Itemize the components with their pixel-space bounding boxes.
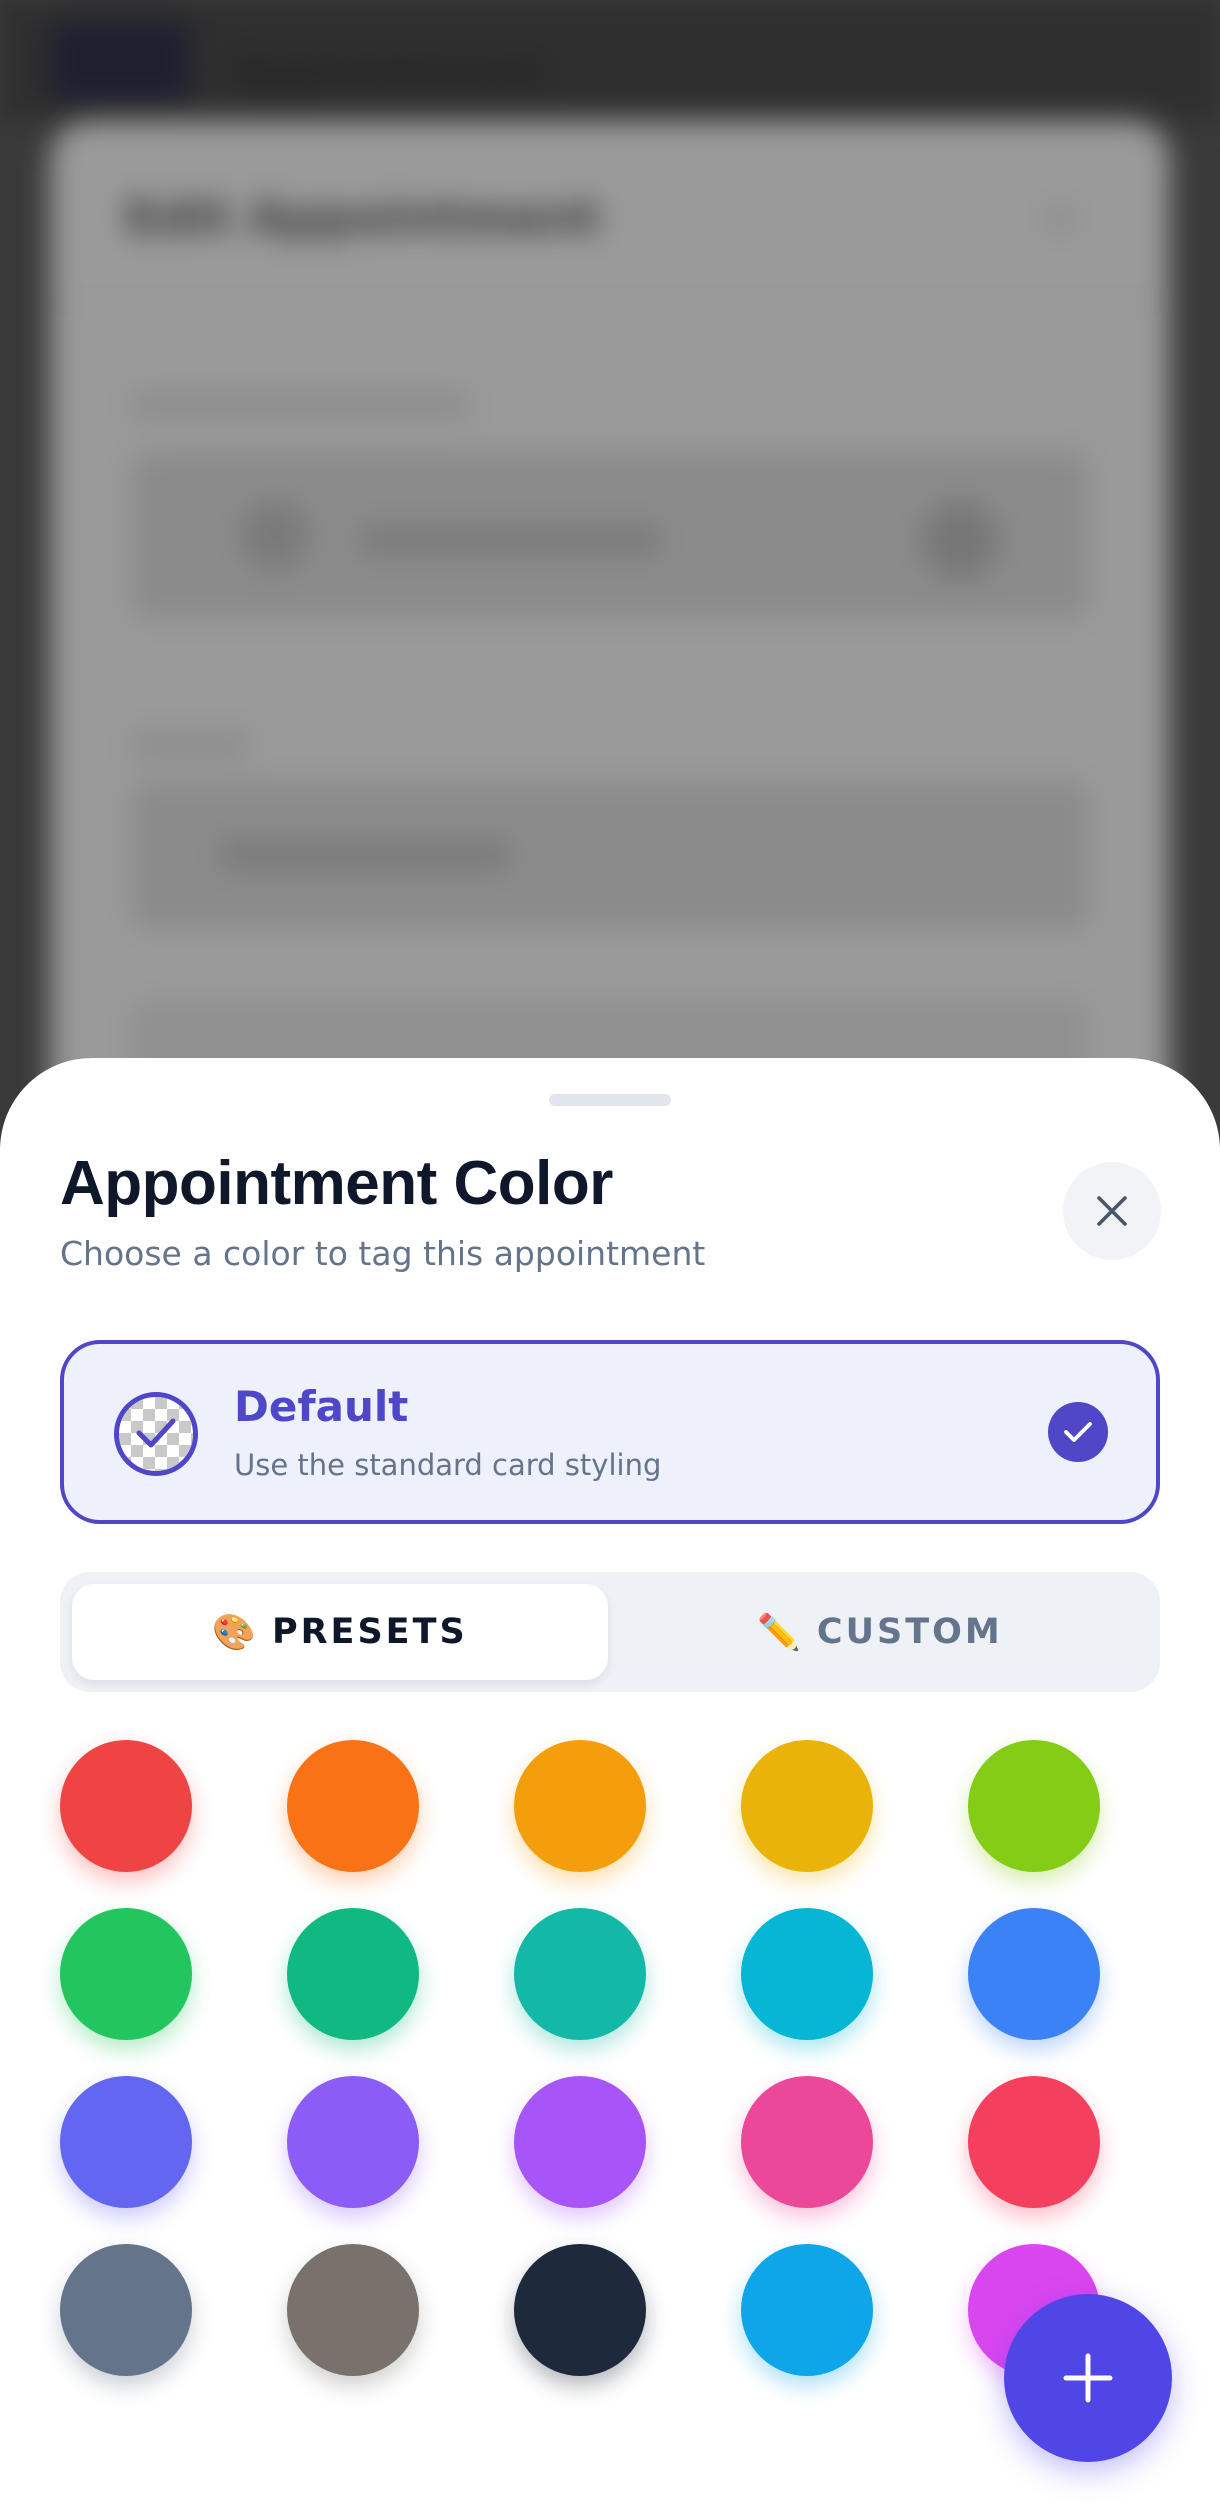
swatch-violet[interactable]	[287, 2076, 419, 2208]
default-color-option[interactable]: Default Use the standard card styling	[60, 1340, 1160, 1524]
sheet-drag-handle[interactable]	[549, 1094, 671, 1106]
swatch-slate[interactable]	[60, 2244, 192, 2376]
plus-icon	[1063, 2353, 1113, 2403]
tab-presets-label: PRESETS	[271, 1612, 468, 1652]
add-button[interactable]	[1004, 2294, 1172, 2462]
selected-check-badge	[1048, 1402, 1108, 1462]
checkmark-icon	[136, 1418, 176, 1448]
background-card-title: Edit Appointment	[125, 190, 601, 246]
background-label-2	[130, 730, 250, 760]
swatch-purple[interactable]	[514, 2076, 646, 2208]
swatch-emerald[interactable]	[287, 1908, 419, 2040]
swatch-rose[interactable]	[968, 2076, 1100, 2208]
background-divider	[50, 300, 1170, 303]
color-picker-sheet: Appointment Color Choose a color to tag …	[0, 1058, 1220, 2514]
default-swatch	[114, 1392, 198, 1476]
swatch-sky[interactable]	[741, 2244, 873, 2376]
background-screen: Appointments Edit Appointment ×	[0, 0, 1220, 1160]
swatch-yellow[interactable]	[741, 1740, 873, 1872]
swatch-indigo[interactable]	[60, 2076, 192, 2208]
tab-custom[interactable]: ✏️ CUSTOM	[612, 1584, 1148, 1680]
swatch-red[interactable]	[60, 1740, 192, 1872]
swatch-navy[interactable]	[514, 2244, 646, 2376]
swatch-blue[interactable]	[968, 1908, 1100, 2040]
swatch-pink[interactable]	[741, 2076, 873, 2208]
swatch-lime[interactable]	[968, 1740, 1100, 1872]
background-field-2	[130, 780, 1090, 930]
background-field-2-text	[220, 840, 510, 870]
pencil-icon: ✏️	[757, 1612, 801, 1653]
background-card: Edit Appointment ×	[50, 120, 1170, 1160]
background-field-dot	[240, 500, 310, 570]
color-mode-tabs: 🎨 PRESETS ✏️ CUSTOM	[60, 1572, 1160, 1692]
background-app-title: Appointments	[230, 48, 548, 94]
swatch-teal[interactable]	[514, 1908, 646, 2040]
background-field	[130, 450, 1090, 620]
background-label	[130, 390, 470, 420]
default-option-name: Default	[234, 1382, 409, 1431]
swatch-orange[interactable]	[287, 1740, 419, 1872]
tab-presets[interactable]: 🎨 PRESETS	[72, 1584, 608, 1680]
background-topbar: Appointments	[0, 0, 1220, 120]
swatch-green[interactable]	[60, 1908, 192, 2040]
check-icon	[1064, 1422, 1092, 1442]
background-field-button	[920, 500, 1000, 580]
palette-icon: 🎨	[212, 1612, 256, 1653]
close-button[interactable]	[1063, 1162, 1161, 1260]
swatch-amber[interactable]	[514, 1740, 646, 1872]
sheet-subtitle: Choose a color to tag this appointment	[60, 1234, 706, 1273]
swatch-stone[interactable]	[287, 2244, 419, 2376]
swatch-cyan[interactable]	[741, 1908, 873, 2040]
default-option-description: Use the standard card styling	[234, 1448, 662, 1482]
background-logo	[50, 22, 190, 102]
sheet-title: Appointment Color	[60, 1149, 613, 1218]
tab-custom-label: CUSTOM	[816, 1612, 1003, 1652]
close-icon	[1097, 1196, 1127, 1226]
background-field-text	[360, 525, 660, 555]
background-close-icon: ×	[1039, 190, 1080, 246]
